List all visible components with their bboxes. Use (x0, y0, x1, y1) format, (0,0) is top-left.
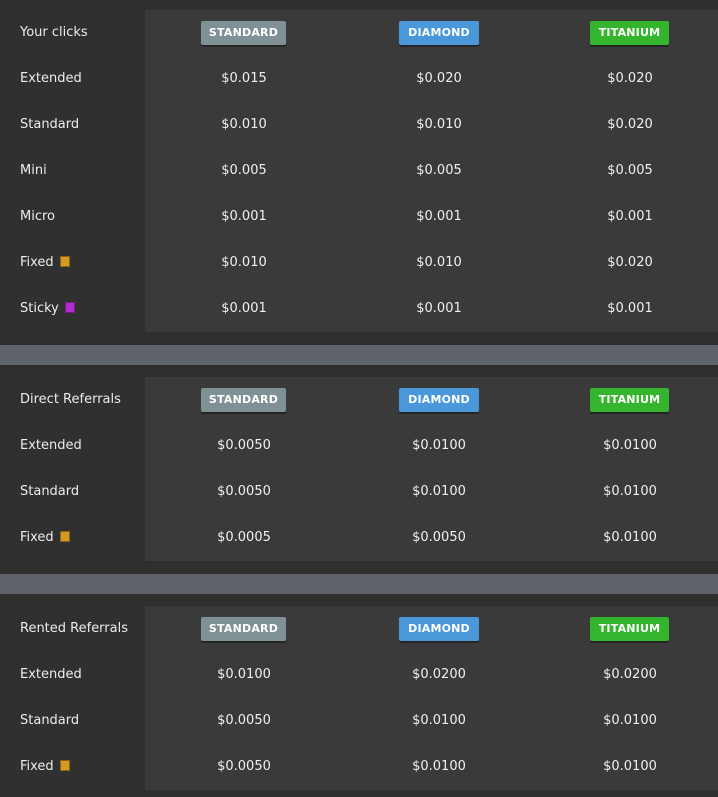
row-label: Extended (20, 652, 82, 698)
rate-standard: $0.0050 (217, 713, 271, 728)
row-label: Standard (20, 102, 79, 148)
rate-titanium: $0.0200 (603, 667, 657, 682)
tier-badge-titanium: TITANIUM (590, 388, 669, 412)
rate-titanium: $0.0100 (603, 438, 657, 453)
pricing-section: Rented Referrals STANDARD DIAMOND TITANIUM E… (0, 606, 718, 790)
row-label: Mini (20, 148, 47, 194)
table-row: Micro $0.001 $0.001 $0.001 (0, 194, 718, 240)
table-row: Standard $0.0050 $0.0100 $0.0100 (0, 469, 718, 515)
pricing-section: Direct Referrals STANDARD DIAMOND TITANIUM E… (0, 377, 718, 561)
rate-diamond: $0.0200 (412, 667, 466, 682)
fixed-color-swatch (59, 256, 70, 267)
sticky-color-swatch (64, 302, 75, 313)
row-label-text: Fixed (20, 530, 54, 545)
table-row: Extended $0.015 $0.020 $0.020 (0, 56, 718, 102)
rate-titanium: $0.005 (607, 163, 653, 178)
rate-standard: $0.001 (221, 209, 267, 224)
table-row: Fixed $0.010 $0.010 $0.020 (0, 240, 718, 286)
row-label-text: Fixed (20, 759, 54, 774)
rate-diamond: $0.010 (416, 255, 462, 270)
rate-titanium: $0.020 (607, 71, 653, 86)
row-label-text: Standard (20, 117, 80, 132)
table-row: Mini $0.005 $0.005 $0.005 (0, 148, 718, 194)
row-label: Fixed (20, 240, 70, 286)
pricing-section: Your clicks STANDARD DIAMOND TITANIUM Extend… (0, 10, 718, 332)
row-label: Standard (20, 698, 79, 744)
rate-diamond: $0.001 (416, 301, 462, 316)
section-title: Rented Referrals (20, 621, 128, 636)
rate-titanium: $0.020 (607, 117, 653, 132)
row-label: Extended (20, 56, 82, 102)
rate-diamond: $0.005 (416, 163, 462, 178)
fixed-color-swatch (59, 531, 70, 542)
rate-standard: $0.0050 (217, 759, 271, 774)
row-label-text: Micro (20, 209, 55, 224)
rate-titanium: $0.020 (607, 255, 653, 270)
row-label-text: Fixed (20, 255, 54, 270)
row-label-text: Sticky (20, 301, 59, 316)
tier-badge-titanium: TITANIUM (590, 617, 669, 641)
row-label: Standard (20, 469, 79, 515)
row-label-text: Standard (20, 484, 80, 499)
header-row: Your clicks STANDARD DIAMOND TITANIUM (0, 10, 718, 56)
rate-titanium: $0.0100 (603, 713, 657, 728)
rate-diamond: $0.010 (416, 117, 462, 132)
rate-titanium: $0.001 (607, 209, 653, 224)
rate-standard: $0.010 (221, 255, 267, 270)
table-row: Standard $0.0050 $0.0100 $0.0100 (0, 698, 718, 744)
rate-diamond: $0.020 (416, 71, 462, 86)
rate-standard: $0.001 (221, 301, 267, 316)
fixed-color-swatch (59, 760, 70, 771)
table-row: Sticky $0.001 $0.001 $0.001 (0, 286, 718, 332)
rate-diamond: $0.0100 (412, 438, 466, 453)
section-divider (0, 345, 718, 365)
row-label-text: Extended (20, 438, 82, 453)
row-label: Micro (20, 194, 55, 240)
rate-standard: $0.0050 (217, 438, 271, 453)
rate-standard: $0.0005 (217, 530, 271, 545)
rate-diamond: $0.0100 (412, 713, 466, 728)
row-label: Sticky (20, 286, 75, 332)
rate-standard: $0.0050 (217, 484, 271, 499)
row-label: Extended (20, 423, 82, 469)
header-row: Direct Referrals STANDARD DIAMOND TITANIUM (0, 377, 718, 423)
table-row: Extended $0.0100 $0.0200 $0.0200 (0, 652, 718, 698)
rate-standard: $0.0100 (217, 667, 271, 682)
tier-badge-diamond: DIAMOND (399, 617, 479, 641)
rate-diamond: $0.0100 (412, 759, 466, 774)
rate-diamond: $0.001 (416, 209, 462, 224)
rate-titanium: $0.0100 (603, 759, 657, 774)
header-row: Rented Referrals STANDARD DIAMOND TITANIUM (0, 606, 718, 652)
row-label: Fixed (20, 515, 70, 561)
row-label-text: Extended (20, 667, 82, 682)
rate-diamond: $0.0100 (412, 484, 466, 499)
table-row: Fixed $0.0005 $0.0050 $0.0100 (0, 515, 718, 561)
row-label-text: Extended (20, 71, 82, 86)
row-label-text: Mini (20, 163, 47, 178)
section-title: Your clicks (20, 25, 88, 40)
tier-badge-titanium: TITANIUM (590, 21, 669, 45)
tier-badge-diamond: DIAMOND (399, 388, 479, 412)
tier-badge-standard: STANDARD (201, 388, 286, 412)
rate-standard: $0.015 (221, 71, 267, 86)
rate-titanium: $0.0100 (603, 530, 657, 545)
row-label-text: Standard (20, 713, 80, 728)
section-divider (0, 574, 718, 594)
table-row: Standard $0.010 $0.010 $0.020 (0, 102, 718, 148)
tier-badge-standard: STANDARD (201, 21, 286, 45)
rate-standard: $0.010 (221, 117, 267, 132)
tier-badge-standard: STANDARD (201, 617, 286, 641)
row-label: Fixed (20, 744, 70, 790)
rate-titanium: $0.0100 (603, 484, 657, 499)
tier-badge-diamond: DIAMOND (399, 21, 479, 45)
rate-titanium: $0.001 (607, 301, 653, 316)
section-title: Direct Referrals (20, 392, 121, 407)
table-row: Extended $0.0050 $0.0100 $0.0100 (0, 423, 718, 469)
rate-diamond: $0.0050 (412, 530, 466, 545)
table-row: Fixed $0.0050 $0.0100 $0.0100 (0, 744, 718, 790)
rate-standard: $0.005 (221, 163, 267, 178)
